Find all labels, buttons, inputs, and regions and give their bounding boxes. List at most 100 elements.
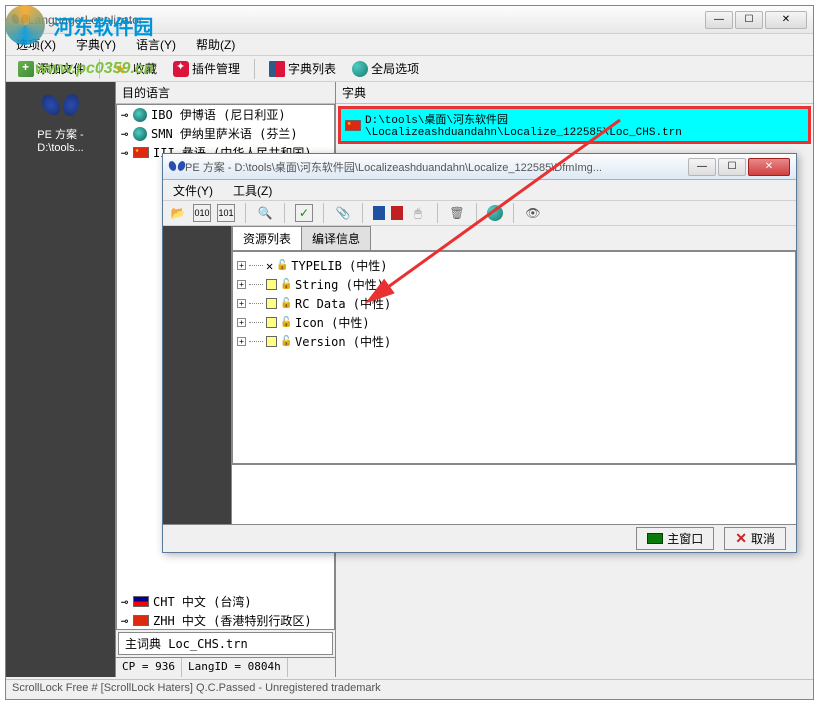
checkbox-icon xyxy=(266,298,277,309)
dict-highlighted-area: D:\tools\桌面\河东软件园\Localizeashduandahn\Lo… xyxy=(338,106,811,144)
book-red-icon[interactable] xyxy=(391,206,403,220)
window-icon xyxy=(647,533,663,544)
dict-list-label: 字典列表 xyxy=(288,60,336,77)
expand-icon[interactable]: + xyxy=(237,261,246,270)
child-left-panel xyxy=(163,226,231,524)
expand-icon[interactable]: + xyxy=(237,337,246,346)
lock-icon: 🔓 xyxy=(280,336,292,348)
tab-resources[interactable]: 资源列表 xyxy=(232,226,302,250)
toolbar-dict-list[interactable]: 字典列表 xyxy=(263,58,342,79)
cancel-btn-label: 取消 xyxy=(751,530,775,547)
cancel-x-icon: ✕ xyxy=(735,530,747,547)
minimize-button[interactable]: — xyxy=(705,11,733,29)
tree-item[interactable]: +🔓Version (中性) xyxy=(237,332,791,351)
scheme-item[interactable]: PE 方案 - D:\tools... xyxy=(10,90,111,154)
toolbar-add-file[interactable]: 添加文件 xyxy=(12,58,91,79)
child-menubar: 文件(Y) 工具(Z) xyxy=(163,180,796,200)
child-maximize-button[interactable]: ☐ xyxy=(718,158,746,176)
app-icon xyxy=(12,12,28,28)
cancel-button[interactable]: ✕ 取消 xyxy=(724,527,786,550)
separator xyxy=(323,203,324,223)
mouse-icon[interactable]: 🖱 xyxy=(409,204,427,222)
checkbox-icon xyxy=(266,279,277,290)
child-minimize-button[interactable]: — xyxy=(688,158,716,176)
child-title: PE 方案 - D:\tools\桌面\河东软件园\Localizeashdua… xyxy=(185,159,688,175)
maximize-button[interactable]: ☐ xyxy=(735,11,763,29)
mid-status: CP = 936 LangID = 0804h xyxy=(116,657,335,677)
scheme-label: PE 方案 - xyxy=(10,126,111,142)
book-blue-icon[interactable] xyxy=(373,206,385,220)
checkbox-icon xyxy=(266,336,277,347)
plugins-label: 插件管理 xyxy=(192,60,240,77)
separator xyxy=(362,203,363,223)
open-icon[interactable]: 📂 xyxy=(169,204,187,222)
expand-icon[interactable]: + xyxy=(237,318,246,327)
tab-translate[interactable]: 编译信息 xyxy=(301,226,371,250)
child-content: 资源列表 编译信息 +✕🔓TYPELIB (中性)+🔓String (中性)+🔓… xyxy=(163,226,796,524)
child-menu-tools[interactable]: 工具(Z) xyxy=(229,180,276,201)
binary1-icon[interactable]: 010 xyxy=(193,204,211,222)
global-opts-label: 全局选项 xyxy=(371,60,419,77)
child-main-panel: 资源列表 编译信息 +✕🔓TYPELIB (中性)+🔓String (中性)+🔓… xyxy=(231,226,796,524)
child-window: PE 方案 - D:\tools\桌面\河东软件园\Localizeashdua… xyxy=(162,153,797,553)
dict-path-text: D:\tools\桌面\河东软件园\Localizeashduandahn\Lo… xyxy=(365,111,804,139)
resource-tree[interactable]: +✕🔓TYPELIB (中性)+🔓String (中性)+🔓RC Data (中… xyxy=(232,251,796,464)
plugin-icon xyxy=(173,61,189,77)
tree-item[interactable]: +🔓String (中性) xyxy=(237,275,791,294)
main-titlebar: Language Localizator — ☐ ✕ xyxy=(6,6,813,34)
main-menubar: 选项(X) 字典(Y) 语言(Y) 帮助(Z) xyxy=(6,34,813,56)
china-flag-icon xyxy=(345,120,361,131)
menu-options[interactable]: 选项(X) xyxy=(12,34,60,55)
trash-icon[interactable]: 🗑 xyxy=(448,204,466,222)
child-tabs: 资源列表 编译信息 xyxy=(232,226,796,251)
add-file-icon xyxy=(18,61,34,77)
flag-icon xyxy=(133,596,149,607)
main-statusbar: ScrollLock Free # [ScrollLock Haters] Q.… xyxy=(6,679,813,699)
flag-icon xyxy=(133,127,147,141)
expand-icon[interactable]: + xyxy=(237,280,246,289)
main-window-controls: — ☐ ✕ xyxy=(705,11,807,29)
toolbar-favorites[interactable]: ★ 收藏 xyxy=(108,58,163,79)
globe-icon[interactable] xyxy=(487,205,503,221)
status-cp: CP = 936 xyxy=(116,658,182,677)
lang-item-SMN[interactable]: ⊸SMN 伊纳里萨米语 (芬兰) xyxy=(117,124,334,143)
binary2-icon[interactable]: 101 xyxy=(217,204,235,222)
flag-icon xyxy=(133,147,149,158)
lock-icon: 🔓 xyxy=(280,279,292,291)
child-toolbar: 📂 010 101 🔍 ✓ 📎 🖱 🗑 👁 xyxy=(163,200,796,226)
menu-lang[interactable]: 语言(Y) xyxy=(132,34,180,55)
add-file-label: 添加文件 xyxy=(37,60,85,77)
close-button[interactable]: ✕ xyxy=(765,11,807,29)
child-titlebar[interactable]: PE 方案 - D:\tools\桌面\河东软件园\Localizeashdua… xyxy=(163,154,796,180)
separator xyxy=(513,203,514,223)
menu-dict[interactable]: 字典(Y) xyxy=(72,34,120,55)
flag-icon xyxy=(133,108,147,122)
lang-item-IBO[interactable]: ⊸IBO 伊博语 (尼日利亚) xyxy=(117,105,334,124)
child-close-button[interactable]: ✕ xyxy=(748,158,790,176)
child-window-controls: — ☐ ✕ xyxy=(688,158,790,176)
binoculars-icon[interactable]: 🔍 xyxy=(256,204,274,222)
dict-path-row[interactable]: D:\tools\桌面\河东软件园\Localizeashduandahn\Lo… xyxy=(341,109,808,141)
attach-icon[interactable]: 📎 xyxy=(334,204,352,222)
lang-header: 目的语言 xyxy=(116,82,335,104)
expand-icon[interactable]: + xyxy=(237,299,246,308)
toolbar-plugins[interactable]: 插件管理 xyxy=(167,58,246,79)
tree-item[interactable]: +🔓RC Data (中性) xyxy=(237,294,791,313)
status-langid: LangID = 0804h xyxy=(182,658,288,677)
checkbox-icon xyxy=(266,317,277,328)
x-icon: ✕ xyxy=(266,259,273,273)
tree-item[interactable]: +✕🔓TYPELIB (中性) xyxy=(237,256,791,275)
child-menu-file[interactable]: 文件(Y) xyxy=(169,180,217,201)
toolbar-global-opts[interactable]: 全局选项 xyxy=(346,58,425,79)
separator xyxy=(245,203,246,223)
lang-item-CHT[interactable]: ⊸CHT 中文 (台湾) xyxy=(117,592,334,611)
tree-item[interactable]: +🔓Icon (中性) xyxy=(237,313,791,332)
lock-icon: 🔓 xyxy=(280,298,292,310)
main-title: Language Localizator xyxy=(28,13,705,27)
separator xyxy=(284,203,285,223)
main-window-button[interactable]: 主窗口 xyxy=(636,527,714,550)
lang-item-ZHH[interactable]: ⊸ZHH 中文 (香港特别行政区) xyxy=(117,611,334,630)
check-icon[interactable]: ✓ xyxy=(295,204,313,222)
menu-help[interactable]: 帮助(Z) xyxy=(192,34,239,55)
eye-icon[interactable]: 👁 xyxy=(524,204,542,222)
